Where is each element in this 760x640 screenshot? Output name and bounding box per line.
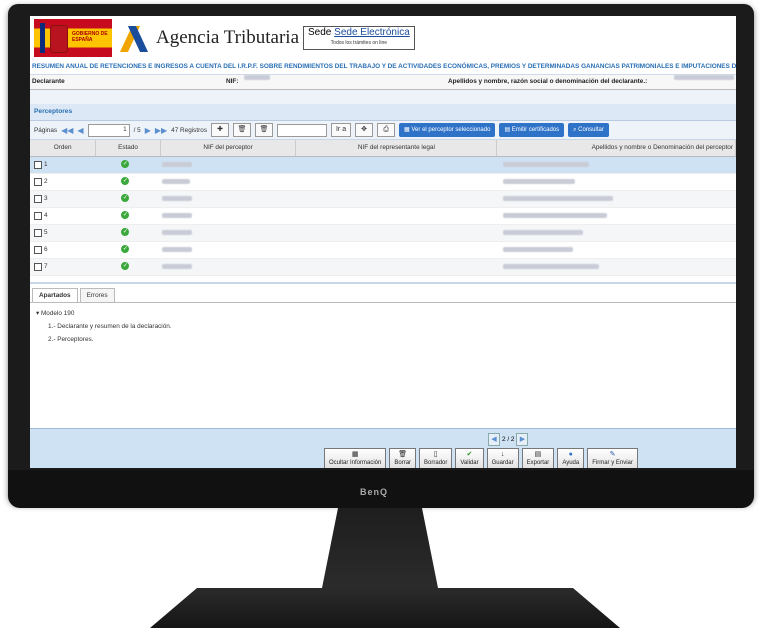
tree-item-declarante[interactable]: 1.- Declarante y resumen de la declaraci… (36, 320, 730, 333)
grid-header: Orden Estado NIF del perceptor NIF del r… (30, 140, 736, 157)
print-icon[interactable]: ⎙ (377, 123, 396, 137)
declarante-row: Declarante NIF: Apellidos y nombre, razó… (30, 75, 736, 90)
declarante-label: Declarante (32, 78, 65, 85)
perceptores-title: Perceptores (30, 104, 736, 121)
table-row[interactable]: 7 ✓ (30, 259, 736, 276)
firmar-enviar-button[interactable]: ✎ Firmar y Enviar (587, 448, 638, 468)
help-icon: ● (568, 451, 573, 458)
check-ok-icon: ✓ (121, 228, 130, 237)
table-row[interactable]: 2 ✓ (30, 174, 736, 191)
col-nombre[interactable]: Apellidos y nombre o Denominación del pe… (497, 140, 736, 156)
consultar-button[interactable]: ⌕ Consultar (568, 123, 609, 137)
table-row[interactable]: 5 ✓ (30, 225, 736, 242)
row-checkbox[interactable] (34, 195, 42, 203)
table-row[interactable]: 4 ✓ (30, 208, 736, 225)
row-checkbox[interactable] (34, 246, 42, 254)
monitor-neck (320, 508, 440, 598)
validar-button[interactable]: ✔ Validar (455, 448, 484, 468)
perceptores-toolbar: Páginas ◀◀ ◀ 1 / 5 ▶ ▶▶ 47 Registros ✚ 🗑… (30, 121, 736, 140)
row-checkbox[interactable] (34, 178, 42, 186)
check-ok-icon: ✓ (121, 160, 130, 169)
check-ok-icon: ✓ (121, 177, 130, 186)
form-page-indicator: 2 / 2 (502, 436, 515, 443)
monitor-brand: BenQ (360, 487, 389, 497)
agencia-tributaria-logo-icon (119, 24, 150, 52)
row-checkbox[interactable] (34, 229, 42, 237)
form-title: RESUMEN ANUAL DE RETENCIONES E INGRESOS … (30, 60, 736, 75)
add-record-icon[interactable]: ✚ (211, 123, 230, 137)
table-row[interactable]: 1 ✓ (30, 157, 736, 174)
borrador-button[interactable]: ▯ Borrador (419, 448, 453, 468)
name-label: Apellidos y nombre, razón social o denom… (448, 78, 648, 85)
row-checkbox[interactable] (34, 263, 42, 271)
apartados-tree: ▾ Modelo 190 1.- Declarante y resumen de… (30, 302, 736, 397)
table-row[interactable]: 6 ✓ (30, 242, 736, 259)
col-estado[interactable]: Estado (96, 140, 161, 156)
exportar-button[interactable]: ▤ Exportar (521, 448, 555, 468)
ver-perceptor-button[interactable]: ▦ Ver el perceptor seleccionado (399, 123, 496, 137)
trash-icon: 🗑 (398, 451, 408, 458)
government-text: GOBIERNO DE ESPAÑA (72, 31, 108, 43)
delete-icon[interactable]: 🗑 (233, 123, 252, 137)
guardar-button[interactable]: ↓ Guardar (486, 448, 519, 468)
spain-government-logo: GOBIERNO DE ESPAÑA (34, 19, 112, 57)
export-icon: ▤ (534, 451, 542, 458)
last-page-icon[interactable]: ▶▶ (155, 126, 167, 135)
coat-of-arms-icon (50, 25, 68, 53)
monitor-base (150, 588, 620, 628)
check-ok-icon: ✓ (121, 262, 130, 271)
screen: GOBIERNO DE ESPAÑA Agencia Tributaria Se… (30, 16, 736, 468)
check-ok-icon: ✓ (121, 245, 130, 254)
tab-errores[interactable]: Errores (79, 288, 115, 302)
site-header: GOBIERNO DE ESPAÑA Agencia Tributaria Se… (30, 16, 736, 60)
page-total: / 5 (133, 126, 141, 134)
ayuda-button[interactable]: ● Ayuda (557, 448, 585, 468)
first-page-icon[interactable]: ◀◀ (61, 126, 73, 135)
ocultar-informacion-button[interactable]: ▦ Ocultar Información (324, 448, 387, 468)
check-ok-icon: ✓ (121, 194, 130, 203)
col-orden[interactable]: Orden (30, 140, 97, 156)
paginas-label: Páginas (34, 126, 58, 134)
action-footer: ◀ 2 / 2 ▶ ▦ Ocultar Información 🗑 Borrar ▯… (30, 428, 736, 468)
spacer (30, 90, 736, 104)
tree-root[interactable]: ▾ Modelo 190 (36, 307, 730, 320)
save-icon: ↓ (500, 451, 505, 458)
next-form-page-icon[interactable]: ▶ (516, 433, 529, 446)
emitir-certificados-button[interactable]: ▤ Emitir certificados (499, 123, 565, 137)
prev-form-page-icon[interactable]: ◀ (488, 433, 500, 446)
page-input[interactable]: 1 (87, 123, 130, 137)
table-row[interactable]: 3 ✓ (30, 191, 736, 208)
prev-page-icon[interactable]: ◀ (77, 126, 83, 135)
row-checkbox[interactable] (34, 212, 42, 220)
delete-all-icon[interactable]: 🗑 (255, 123, 274, 137)
borrar-button[interactable]: 🗑 Borrar (389, 448, 417, 468)
grid-body: 1 ✓ 2 ✓ 3 ✓ 4 ✓ 5 ✓ 6 ✓ 7 ✓ (30, 157, 736, 276)
tree-item-perceptores[interactable]: 2.- Perceptores. (36, 333, 730, 346)
sede-electronica-link[interactable]: Sede Sede Electrónica Todos los trámites… (303, 26, 415, 50)
sede-title: Sede Sede Electrónica (308, 27, 410, 38)
next-page-icon[interactable]: ▶ (145, 126, 151, 135)
info-panel-icon: ▦ (351, 451, 359, 458)
ir-a-button[interactable]: Ir a (331, 123, 352, 137)
bottom-tabs: Apartados Errores (30, 282, 736, 302)
registros-count: 47 Registros (171, 126, 208, 134)
goto-input[interactable] (277, 123, 328, 137)
col-nif-representante[interactable]: NIF del representante legal (296, 140, 498, 156)
row-checkbox[interactable] (34, 161, 42, 169)
nif-label: NIF: (226, 78, 239, 85)
check-ok-icon: ✓ (121, 211, 130, 220)
tab-apartados[interactable]: Apartados (32, 288, 78, 302)
agency-name: Agencia Tributaria (156, 27, 300, 48)
sign-icon: ✎ (609, 451, 616, 458)
col-nif[interactable]: NIF del perceptor (161, 140, 297, 156)
draft-icon: ▯ (433, 451, 438, 458)
action-buttons: ▦ Ocultar Información 🗑 Borrar ▯ Borrador ✔… (324, 448, 638, 468)
check-icon: ✔ (466, 451, 473, 458)
sede-subtitle: Todos los trámites on line (330, 40, 388, 46)
move-icon[interactable]: ✥ (355, 123, 374, 137)
form-pager: ◀ 2 / 2 ▶ (488, 433, 529, 446)
